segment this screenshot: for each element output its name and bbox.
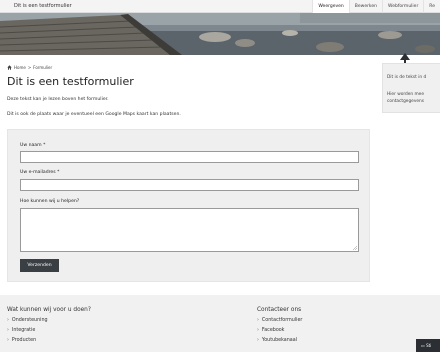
- resize-grip-icon[interactable]: [353, 246, 357, 250]
- required-mark: *: [43, 143, 46, 148]
- chevron-right-icon: ›: [7, 328, 9, 333]
- home-icon: [7, 65, 12, 70]
- hero-illustration: [0, 13, 440, 55]
- site-title: Dit is een testformulier: [14, 3, 72, 9]
- tab-weergeven[interactable]: Weergeven: [312, 0, 349, 13]
- email-field[interactable]: [20, 179, 359, 191]
- tab-bewerken[interactable]: Bewerken: [348, 0, 382, 13]
- breadcrumb-home-link[interactable]: Home: [14, 65, 26, 70]
- footer-heading-services: Wat kunnen wij voor u doen?: [7, 307, 91, 313]
- footer: Wat kunnen wij voor u doen? › Ondersteuni…: [0, 295, 440, 352]
- name-field[interactable]: [20, 151, 359, 163]
- chat-widget-button[interactable]: ▭ Sti: [416, 339, 440, 352]
- name-label: Uw naam *: [20, 143, 46, 148]
- help-label: Hoe kunnen wij u helpen?: [20, 199, 80, 204]
- footer-heading-contact: Contacteer ons: [257, 307, 302, 313]
- footer-link-integratie[interactable]: › Integratie: [7, 326, 91, 336]
- breadcrumb: Home > Formulier: [7, 65, 52, 70]
- submit-button[interactable]: Verzenden: [20, 259, 59, 272]
- footer-link-ondersteuning[interactable]: › Ondersteuning: [7, 316, 91, 326]
- page-title: Dit is een testformulier: [7, 75, 134, 88]
- sidebar-text-3: contactgegevens: [387, 99, 424, 104]
- chevron-right-icon: ›: [7, 318, 9, 323]
- tab-bar: Weergeven Bewerken Webformulier Re: [312, 0, 440, 13]
- top-bar: Dit is een testformulier Weergeven Bewer…: [0, 0, 440, 13]
- chevron-right-icon: ›: [7, 338, 9, 343]
- footer-services: Wat kunnen wij voor u doen? › Ondersteuni…: [7, 307, 91, 346]
- tab-webformulier[interactable]: Webformulier: [382, 0, 423, 13]
- chat-label: Sti: [426, 343, 432, 348]
- sidebar-text-1: Dit is de tekst in d: [387, 75, 427, 80]
- chevron-right-icon: ›: [257, 338, 259, 343]
- footer-contact: Contacteer ons › Contactformulier › Facebo…: [257, 307, 302, 346]
- footer-link-contactformulier[interactable]: › Contactformulier: [257, 316, 302, 326]
- contact-form: Uw naam * Uw e-mailadres * Hoe kunnen wi…: [7, 129, 370, 282]
- intro-text: Deze tekst kan je lezen boven het formul…: [7, 97, 109, 102]
- footer-link-producten[interactable]: › Producten: [7, 336, 91, 346]
- hero-image: [0, 13, 440, 55]
- help-textarea[interactable]: [20, 208, 359, 252]
- map-placeholder-text: Dit is ook de plaats waar je eventueel e…: [7, 112, 181, 117]
- chevron-right-icon: ›: [257, 318, 259, 323]
- sidebar-text-2: Hier worden mee: [387, 92, 424, 97]
- footer-link-youtube[interactable]: › Youtubekanaal: [257, 336, 302, 346]
- breadcrumb-current: Formulier: [33, 65, 53, 70]
- breadcrumb-separator: >: [27, 65, 32, 70]
- sidebar-box: Dit is de tekst in d Hier worden mee con…: [382, 63, 440, 113]
- chevron-right-icon: ›: [257, 328, 259, 333]
- email-label: Uw e-mailadres *: [20, 170, 60, 175]
- footer-link-facebook[interactable]: › Facebook: [257, 326, 302, 336]
- tab-more[interactable]: Re: [423, 0, 440, 13]
- required-mark: *: [57, 170, 60, 175]
